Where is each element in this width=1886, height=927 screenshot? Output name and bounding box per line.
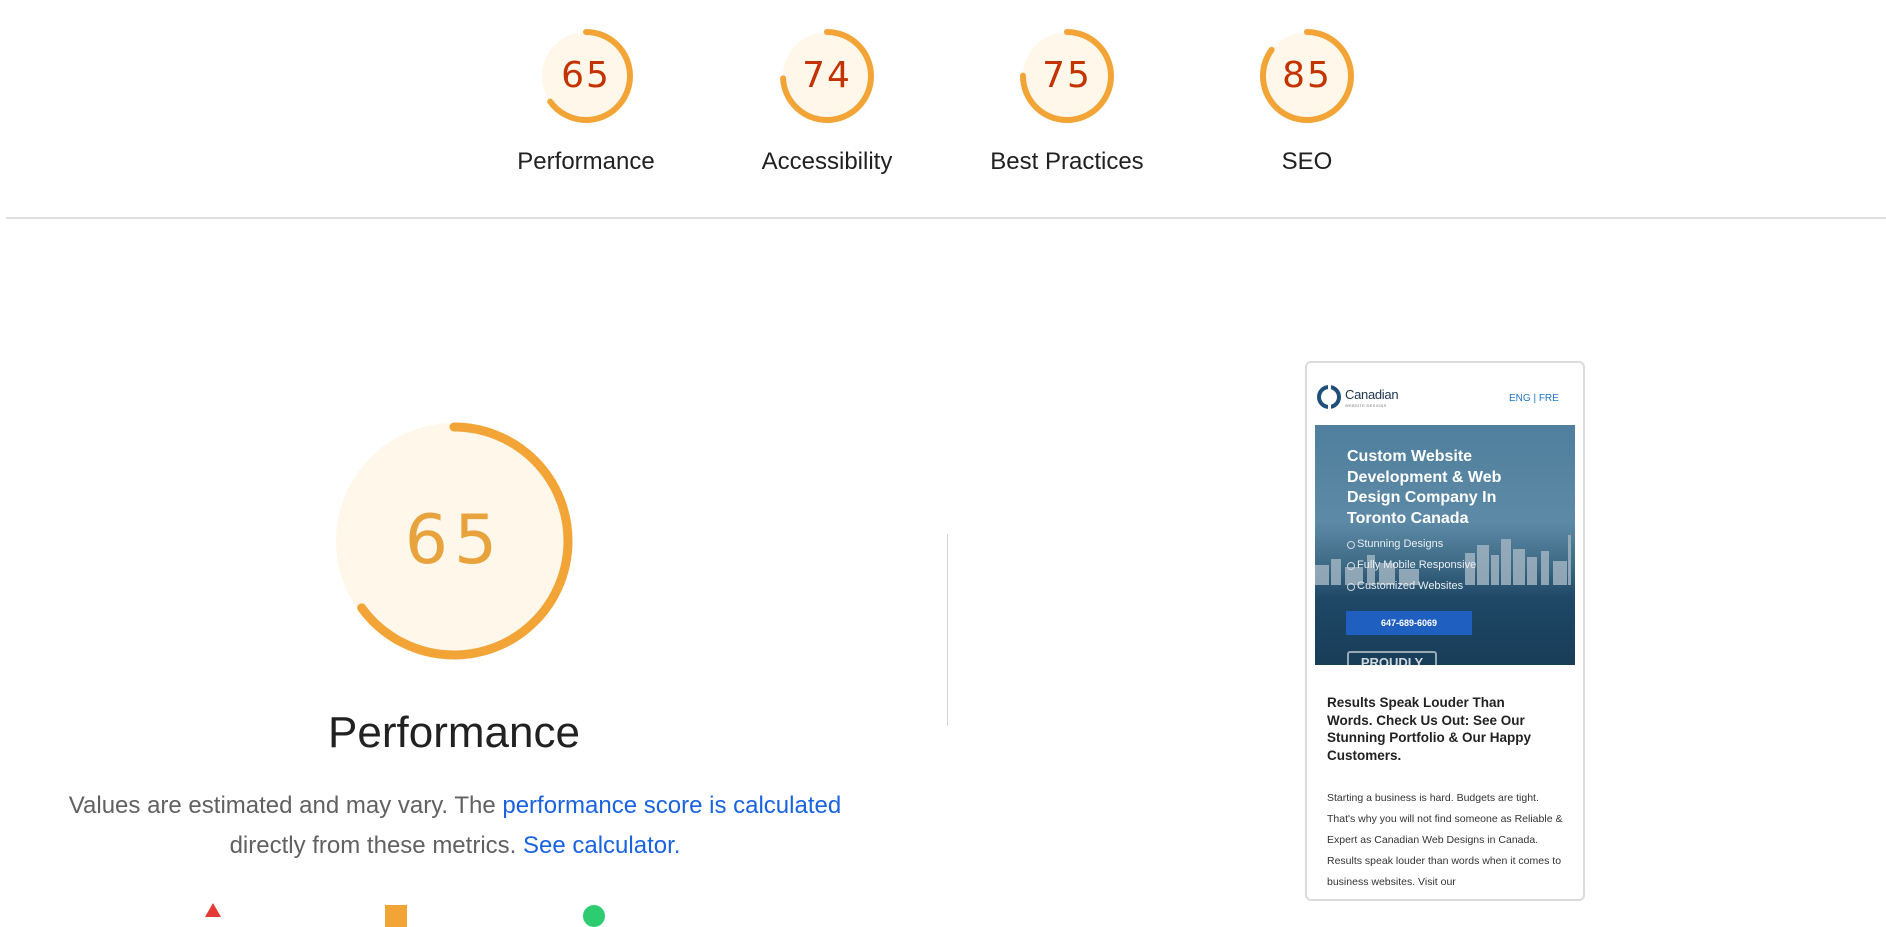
gauge-ring: 85 xyxy=(1257,26,1357,126)
gauge-accessibility[interactable]: 74 Accessibility xyxy=(727,26,927,176)
gauge-score: 74 xyxy=(802,55,852,96)
performance-score-link[interactable]: performance score is calculated xyxy=(502,792,841,819)
description-text: directly from these metrics. xyxy=(229,832,517,859)
site-header: Canadian WEBSITE DESIGNS ENG | FRE xyxy=(1307,363,1583,425)
check-circle-icon xyxy=(1347,583,1355,591)
check-circle-icon xyxy=(1347,562,1355,570)
performance-description: Values are estimated and may vary. The p… xyxy=(40,786,870,866)
average-square-icon xyxy=(385,905,407,927)
hero-bullet: Customized Websites xyxy=(1347,580,1464,592)
proudly-canadian-badge: PROUDLY CANADIAN xyxy=(1347,651,1437,691)
site-logo-text: Canadian xyxy=(1345,387,1399,402)
hero-bullet: Stunning Designs xyxy=(1347,538,1444,550)
section-divider xyxy=(6,217,1886,219)
final-screenshot[interactable]: Canadian WEBSITE DESIGNS ENG | FRE Custo… xyxy=(1305,361,1585,901)
description-text: Values are estimated and may vary. The xyxy=(68,792,496,819)
score-legend xyxy=(205,903,725,927)
gauge-best-practices[interactable]: 75 Best Practices xyxy=(967,26,1167,176)
gauge-ring: 74 xyxy=(777,26,877,126)
performance-gauge: 65 xyxy=(332,419,576,663)
gauge-score: 75 xyxy=(1042,55,1092,96)
gauge-performance[interactable]: 65 Performance xyxy=(486,26,686,176)
gauge-ring: 75 xyxy=(1017,26,1117,126)
results-heading: Results Speak Louder Than Words. Check U… xyxy=(1327,695,1531,763)
gauge-label: Performance xyxy=(517,148,655,175)
hero-title: Custom Website Development & Web Design … xyxy=(1347,448,1502,527)
site-hero: Custom Website Development & Web Design … xyxy=(1315,425,1575,691)
gauge-label: Accessibility xyxy=(761,148,893,175)
maple-logo-icon xyxy=(1317,385,1341,409)
gauge-seo[interactable]: 85 SEO xyxy=(1207,26,1407,176)
check-circle-icon xyxy=(1347,541,1355,549)
bullet-text: Customized Websites xyxy=(1357,580,1464,592)
gauge-score: 65 xyxy=(561,55,611,96)
see-calculator-link[interactable]: See calculator. xyxy=(523,832,680,859)
vertical-divider xyxy=(947,534,948,726)
bullet-text: Fully Mobile Responsive xyxy=(1357,559,1477,571)
performance-title: Performance xyxy=(328,708,580,757)
performance-score: 65 xyxy=(404,501,504,580)
hero-bullet: Fully Mobile Responsive xyxy=(1347,559,1477,571)
category-gauges: 65 Performance 74 Accessibility 75 Best … xyxy=(0,0,1886,218)
site-logo-subtext: WEBSITE DESIGNS xyxy=(1345,403,1387,408)
phone-cta-button: 647-689-6069 xyxy=(1346,611,1472,635)
site-body-text: Starting a business is hard. Budgets are… xyxy=(1327,792,1563,888)
gauge-ring: 65 xyxy=(536,26,636,126)
language-switch: ENG | FRE xyxy=(1509,393,1559,404)
gauge-label: Best Practices xyxy=(990,148,1144,175)
bullet-text: Stunning Designs xyxy=(1357,538,1444,550)
fail-triangle-icon xyxy=(205,903,221,917)
gauge-label: SEO xyxy=(1281,148,1333,175)
pass-circle-icon xyxy=(583,905,605,927)
gauge-score: 85 xyxy=(1282,55,1332,96)
